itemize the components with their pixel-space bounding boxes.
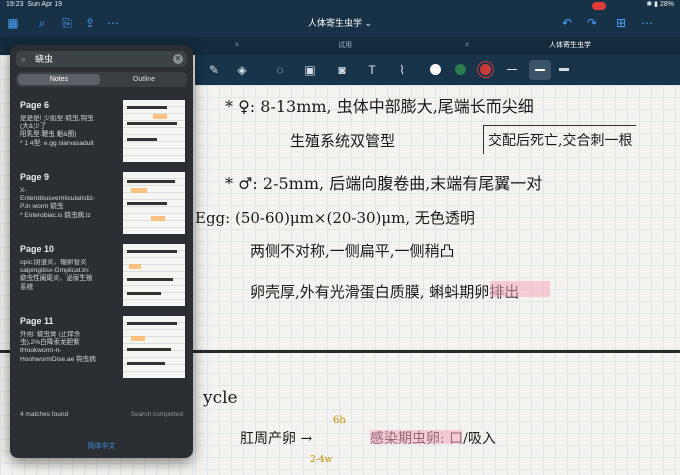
more-options-icon[interactable]: ⋯ [640, 16, 654, 30]
drawing-toolbar: ✎ ◈ ◌ ▣ ◙ T ⌇ [195, 55, 680, 85]
result-page: Page 6 [20, 100, 50, 110]
search-field[interactable]: ⌕ 蛲虫 ✕ [16, 51, 187, 67]
search-footer: 4 matches found Search completed [20, 411, 183, 418]
color-white[interactable] [430, 64, 441, 75]
note-cycle-heading: ycle [203, 388, 238, 408]
result-thumbnail [123, 244, 185, 306]
result-snippet: 是是是! 少肌型·蛲虫,钩虫 (大&少了 阳乳型:鞭虫 蛔&图) * 1 4型:… [20, 115, 94, 147]
battery-indicator: ✱ ▮ 28% [646, 1, 674, 8]
color-red[interactable] [480, 64, 491, 75]
app-bar: ▦ ⌕ ⎘ ⇪ ⋯ 人体寄生虫学 ⌄ ↶ ↷ ⊞ ⋯ [0, 2, 680, 37]
note-line-reproductive: 生殖系统双管型 [290, 132, 396, 150]
redo-icon[interactable]: ↷ [585, 16, 599, 30]
tab-trial[interactable]: ✕ 试用 [230, 39, 460, 53]
stroke-medium-line [535, 69, 545, 71]
tab-label: 试用 [338, 42, 352, 49]
result-thumbnail [123, 316, 185, 378]
note-flow-small: 2-4w [310, 455, 333, 465]
new-page-icon[interactable]: ⊞ [614, 16, 628, 30]
search-language[interactable]: 简体中文 [10, 441, 193, 451]
result-snippet: X- Enterobiusvermicularisliz- P.in worm … [20, 187, 96, 219]
search-panel: ⌕ 蛲虫 ✕ Notes Outline Page 6 是是是! 少肌型·蛲虫,… [10, 45, 193, 458]
battery-level: 28% [659, 1, 674, 8]
camera-icon[interactable]: ◙ [335, 63, 349, 77]
color-green[interactable] [455, 64, 466, 75]
result-page: Page 11 [20, 316, 54, 326]
status-time: 19:23 [6, 1, 24, 8]
note-flow-time: 6h [333, 415, 346, 426]
search-result[interactable]: Page 9 X- Enterobiusvermicularisliz- P.i… [10, 172, 193, 242]
search-result[interactable]: Page 11 外用: 蛲虫膏 (止痒杀 虫),2%白降汞龙胆紫 tHookwo… [10, 316, 193, 386]
search-result[interactable]: Page 10 opic:阴道炎、输卵管炎 salpingitisx-Gmpli… [10, 244, 193, 314]
pen-icon[interactable]: ✎ [207, 63, 221, 77]
result-thumbnail [123, 172, 185, 234]
close-tab-icon[interactable]: ✕ [464, 39, 470, 53]
stroke-thick[interactable] [559, 68, 569, 71]
search-state: Search completed [130, 411, 183, 418]
result-snippet: opic:阴道炎、输卵管炎 salpingitisx-Gmplicat.tn: … [20, 259, 93, 291]
close-tab-icon[interactable]: ✕ [234, 39, 240, 53]
result-page: Page 9 [20, 172, 50, 182]
shapes-icon[interactable]: ◈ [235, 63, 249, 77]
laser-icon[interactable]: ⌇ [395, 63, 409, 77]
status-bar: 19:23 Sun Apr 19 ✱ ▮ 28% [0, 0, 680, 10]
tab-label: 人体寄生虫学 [549, 42, 591, 49]
status-date: Sun Apr 19 [27, 1, 63, 8]
tab-parasitology[interactable]: ✕ 人体寄生虫学 [460, 39, 680, 53]
search-scope-toggle: Notes Outline [16, 72, 187, 87]
text-icon[interactable]: T [365, 63, 379, 77]
recording-indicator [592, 2, 606, 10]
note-line-egg: Egg: (50-60)μm×(20-30)μm, 无色透明 [195, 209, 475, 227]
image-icon[interactable]: ▣ [303, 63, 317, 77]
result-snippet: 外用: 蛲虫膏 (止痒杀 虫),2%白降汞龙胆紫 tHookworm-n- Ho… [20, 331, 96, 363]
note-line-male: * ♂: 2-5mm, 后端向腹卷曲,末端有尾翼一对 [225, 174, 543, 193]
note-box-mating: 交配后死亡,交合刺一根 [483, 125, 637, 154]
highlight-infective [370, 430, 462, 444]
lasso-icon[interactable]: ◌ [273, 63, 287, 77]
note-line-shell: 卵壳厚,外有光滑蛋白质膜, 蝌蚪期卵排出 [250, 283, 520, 301]
search-icon: ⌕ [21, 54, 27, 64]
search-result[interactable]: Page 6 是是是! 少肌型·蛲虫,钩虫 (大&少了 阳乳型:鞭虫 蛔&图) … [10, 100, 193, 170]
match-count: 4 matches found [20, 411, 69, 418]
note-line-asymmetric: 两侧不对称,一侧扁平,一侧稍凸 [250, 242, 455, 260]
tab-notes[interactable]: Notes [18, 74, 100, 85]
tab-outline[interactable]: Outline [103, 74, 185, 85]
search-query[interactable]: 蛲虫 [35, 51, 53, 67]
stroke-thin[interactable] [507, 69, 517, 70]
result-page: Page 10 [20, 244, 55, 254]
clear-search-icon[interactable]: ✕ [173, 54, 183, 64]
highlight-tadpole [490, 281, 550, 297]
note-line-female: * ♀: 8-13mm, 虫体中部膨大,尾端长而尖细 [225, 97, 534, 116]
note-flow-start: 肛周产卵 → [240, 431, 313, 447]
note-canvas[interactable]: * ♀: 8-13mm, 虫体中部膨大,尾端长而尖细 生殖系统双管型 交配后死亡… [195, 85, 680, 475]
result-thumbnail [123, 100, 185, 162]
document-title[interactable]: 人体寄生虫学 ⌄ [0, 16, 680, 29]
undo-icon[interactable]: ↶ [560, 16, 574, 30]
